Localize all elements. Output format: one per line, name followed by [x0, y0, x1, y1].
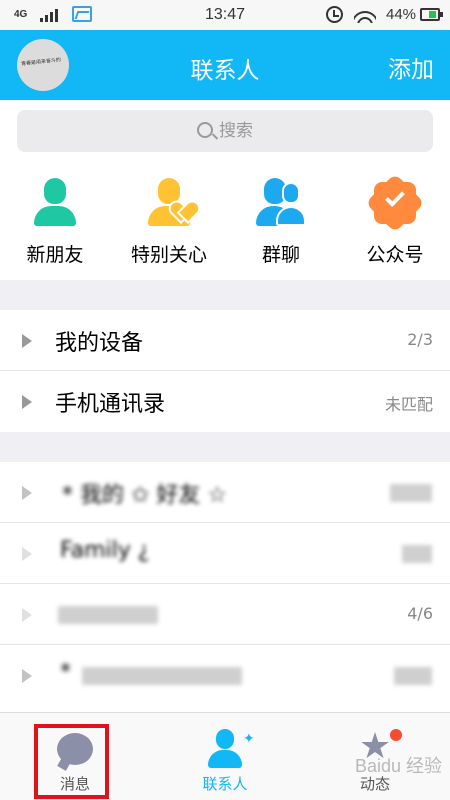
list-item-name: * [60, 660, 71, 685]
contacts-icon: ✦ [205, 727, 255, 771]
list-item-name: Family ¿ [60, 538, 150, 563]
list-item-my-devices[interactable]: 我的设备 2/3 [0, 310, 450, 371]
expand-arrow-icon [22, 334, 32, 348]
group-chat-icon [256, 178, 306, 228]
friend-groups: * 我的 ✩ 好友 ☆ Family ¿ 4/6 * [0, 462, 450, 712]
app-header: 青春是用来奋斗的 联系人 添加 [0, 30, 450, 100]
device-group: 我的设备 2/3 手机通讯录 未匹配 [0, 310, 450, 432]
search-input[interactable]: 搜索 [17, 110, 433, 152]
wifi-icon [354, 7, 376, 23]
battery-percent: 44% [386, 6, 417, 23]
official-accounts-label: 公众号 [366, 244, 424, 266]
new-friends-label: 新朋友 [26, 244, 84, 266]
expand-arrow-icon [22, 608, 32, 622]
highlight-box [34, 724, 109, 799]
list-item[interactable]: * [0, 645, 450, 706]
tab-label: 联系人 [202, 775, 248, 793]
count-pixelated [390, 484, 432, 502]
expand-arrow-icon [22, 486, 32, 500]
expand-arrow-icon [22, 547, 32, 561]
list-item-name: * 我的 ✩ 好友 ☆ [62, 483, 228, 508]
new-friend-icon [30, 178, 80, 228]
list-item-count: 2/3 [407, 330, 433, 349]
status-bar: 4G 13:47 44% [0, 0, 450, 30]
list-item-phone-contacts[interactable]: 手机通讯录 未匹配 [0, 371, 450, 432]
expand-arrow-icon [22, 669, 32, 683]
page-title: 联系人 [190, 58, 260, 84]
count-pixelated [394, 667, 432, 685]
list-item[interactable]: * 我的 ✩ 好友 ☆ [0, 462, 450, 523]
search-placeholder: 搜索 [219, 121, 253, 141]
search-icon [197, 122, 213, 138]
special-care-button[interactable]: 特别关心 [114, 178, 224, 273]
list-item-name: 手机通讯录 [55, 392, 166, 417]
alarm-icon [326, 6, 343, 23]
new-friends-button[interactable]: 新朋友 [0, 178, 110, 273]
tab-contacts[interactable]: ✦ 联系人 [150, 713, 300, 800]
name-pixelated [58, 606, 158, 624]
group-chat-label: 群聊 [261, 244, 300, 266]
list-item-count: 4/6 [407, 604, 433, 623]
group-chat-button[interactable]: 群聊 [226, 178, 336, 273]
official-accounts-button[interactable]: 公众号 [340, 173, 450, 273]
battery-icon [420, 8, 443, 21]
add-button[interactable]: 添加 [388, 50, 434, 84]
watermark: Baidu 经验 [354, 756, 442, 776]
special-care-icon [144, 178, 194, 228]
top-panel: 搜索 新朋友 特别关心 群聊 公众号 [0, 100, 450, 280]
list-item[interactable]: 4/6 [0, 584, 450, 645]
list-item[interactable]: Family ¿ [0, 523, 450, 584]
count-pixelated [402, 545, 432, 563]
special-care-label: 特别关心 [130, 244, 207, 266]
name-pixelated [82, 667, 242, 685]
clock: 13:47 [204, 6, 246, 23]
list-item-count: 未匹配 [384, 395, 433, 414]
expand-arrow-icon [22, 395, 32, 409]
notification-dot [390, 729, 402, 741]
official-account-icon [365, 173, 425, 233]
list-item-name: 我的设备 [55, 331, 144, 356]
